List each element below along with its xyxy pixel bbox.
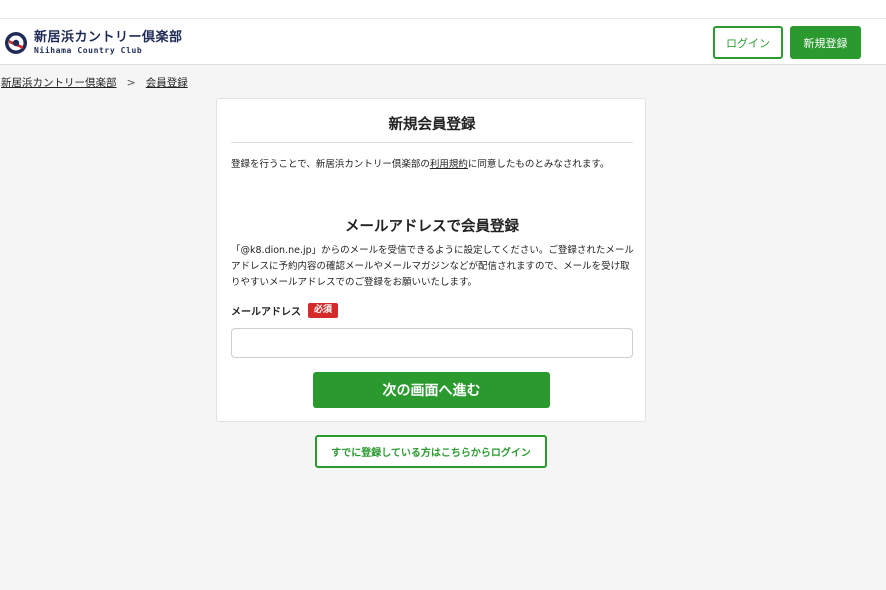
email-field-label: メールアドレス 必須 xyxy=(231,303,339,318)
chevron-right-icon: > xyxy=(126,76,136,89)
breadcrumb-current-link[interactable]: 会員登録 xyxy=(146,75,188,90)
breadcrumb-home-link[interactable]: 新居浜カントリー倶楽部 xyxy=(1,75,117,90)
logo-name-jp: 新居浜カントリー倶楽部 xyxy=(34,30,183,45)
terms-notice: 登録を行うことで、新居浜カントリー倶楽部の利用規約に同意したものとみなされます。 xyxy=(231,157,631,172)
breadcrumb: 新居浜カントリー倶楽部 > 会員登録 xyxy=(1,75,188,90)
terms-text-before: 登録を行うことで、新居浜カントリー倶楽部の xyxy=(231,159,430,170)
email-description: 「@k8.dion.ne.jp」からのメールを受信できるように設定してください。… xyxy=(231,245,634,288)
terms-link[interactable]: 利用規約 xyxy=(430,159,468,170)
email-field[interactable] xyxy=(231,328,633,358)
logo-name-en: Niihama Country Club xyxy=(34,46,143,55)
email-label-text: メールアドレス xyxy=(231,307,301,318)
logo-text: 新居浜カントリー倶楽部 Niihama Country Club xyxy=(34,31,183,55)
terms-text-after: に同意したものとみなされます。 xyxy=(467,159,610,170)
existing-member-login-button[interactable]: すでに登録している方はこちらからログイン xyxy=(315,435,547,468)
section-title: メールアドレスで会員登録 xyxy=(345,219,519,235)
top-strip xyxy=(0,0,886,18)
login-button[interactable]: ログイン xyxy=(713,26,783,59)
site-header: 新居浜カントリー倶楽部 Niihama Country Club ログイン 新規… xyxy=(0,18,886,65)
page-title: 新規会員登録 xyxy=(231,113,633,143)
register-button[interactable]: 新規登録 xyxy=(790,26,861,59)
registration-card: 新規会員登録 登録を行うことで、新居浜カントリー倶楽部の利用規約に同意したものと… xyxy=(216,98,646,422)
required-badge: 必須 xyxy=(308,303,339,318)
site-logo[interactable]: 新居浜カントリー倶楽部 Niihama Country Club xyxy=(4,29,183,57)
club-emblem-icon xyxy=(5,32,27,54)
next-step-button[interactable]: 次の画面へ進む xyxy=(313,372,550,408)
